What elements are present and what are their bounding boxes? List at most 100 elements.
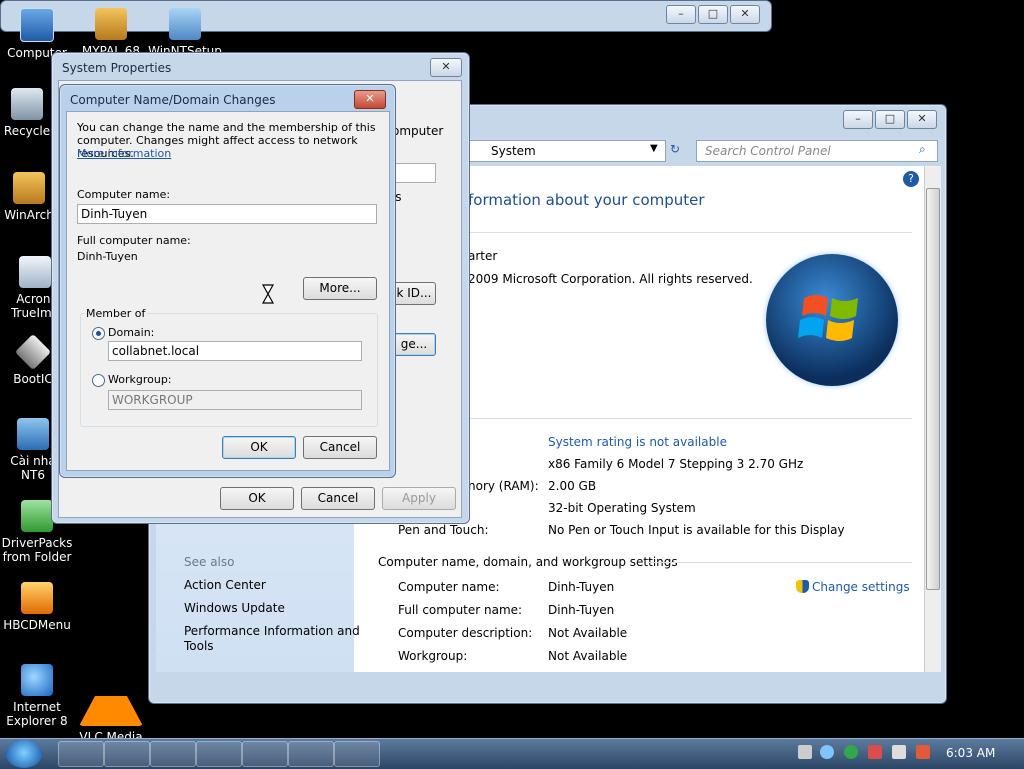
- tool-icon: [14, 333, 52, 371]
- divider: [648, 562, 912, 563]
- workgroup-label: Workgroup:: [108, 373, 172, 386]
- desktop-icon-winntsetup[interactable]: WinNTSetup: [148, 8, 222, 58]
- taskbar-app-button[interactable]: [334, 741, 380, 767]
- change-settings-link[interactable]: Change settings: [812, 580, 910, 594]
- change-button[interactable]: ge...: [392, 333, 436, 356]
- windows-edition: arter: [468, 249, 498, 263]
- copyright-text: 2009 Microsoft Corporation. All rights r…: [468, 272, 753, 286]
- window-title: Computer Name/Domain Changes: [70, 93, 276, 107]
- computer-icon: [20, 8, 54, 42]
- shield-icon: [796, 580, 809, 593]
- refresh-icon[interactable]: ↻: [670, 142, 680, 156]
- play-icon[interactable]: [844, 745, 858, 759]
- workgroup-radio[interactable]: [92, 374, 105, 387]
- close-button[interactable]: ✕: [907, 110, 937, 129]
- computer-name-value: Dinh-Tuyen: [548, 580, 615, 594]
- security-icon[interactable]: [868, 745, 882, 759]
- memory-value: 2.00 GB: [548, 479, 597, 493]
- help-icon[interactable]: ?: [903, 171, 919, 187]
- windows-update-link[interactable]: Windows Update: [184, 601, 285, 615]
- acronis-icon: [19, 256, 51, 288]
- more-button[interactable]: More...: [303, 277, 377, 300]
- taskbar-app-button[interactable]: [288, 741, 334, 767]
- computer-description-label: Computer description:: [398, 626, 533, 640]
- maximize-button[interactable]: □: [698, 5, 728, 24]
- windows-logo: [766, 254, 898, 386]
- full-computer-name-label: Full computer name:: [398, 603, 523, 617]
- internet-explorer-icon: [21, 664, 53, 696]
- taskbar-app-button[interactable]: [242, 741, 288, 767]
- clock[interactable]: 6:03 AM: [946, 746, 995, 760]
- display-icon[interactable]: [892, 745, 906, 759]
- recycle-bin-icon: [11, 88, 43, 120]
- workgroup-input[interactable]: WORKGROUP: [108, 390, 362, 410]
- action-center-link[interactable]: Action Center: [184, 578, 266, 592]
- desktop-icon-internet-explorer[interactable]: Internet Explorer 8: [0, 664, 74, 728]
- network-icon[interactable]: [820, 745, 834, 759]
- close-button[interactable]: ✕: [730, 5, 760, 24]
- installer-icon: [17, 418, 49, 450]
- taskbar-app-button[interactable]: [196, 741, 242, 767]
- search-icon[interactable]: ⌕: [919, 142, 926, 157]
- vlc-icon: [79, 664, 143, 726]
- memory-label: nory (RAM):: [468, 479, 539, 493]
- maximize-button[interactable]: □: [875, 110, 905, 129]
- computer-name-input[interactable]: Dinh-Tuyen: [77, 204, 377, 224]
- cancel-button[interactable]: Cancel: [301, 487, 375, 510]
- tools-icon: [21, 582, 53, 614]
- section-title: Computer name, domain, and workgroup set…: [378, 555, 678, 569]
- close-button[interactable]: ✕: [354, 90, 386, 109]
- taskbar-internet-explorer-button[interactable]: [104, 741, 150, 767]
- apply-button[interactable]: Apply: [382, 487, 456, 510]
- network-id-button[interactable]: k ID...: [392, 282, 436, 305]
- search-input[interactable]: Search Control Panel: [696, 140, 938, 162]
- performance-information-link[interactable]: Performance Information and Tools: [184, 624, 360, 654]
- divider: [468, 418, 912, 419]
- minimize-button[interactable]: –: [666, 5, 696, 24]
- setup-icon: [169, 8, 201, 40]
- processor-value: x86 Family 6 Model 7 Stepping 3 2.70 GHz: [548, 457, 804, 471]
- full-computer-name-label: Full computer name:: [77, 234, 191, 247]
- windows-flag-icon: [798, 295, 858, 341]
- address-bar[interactable]: System: [468, 140, 666, 162]
- window-title: System Properties: [62, 61, 172, 75]
- full-computer-name-value: Dinh-Tuyen: [548, 603, 615, 617]
- archive-icon: [13, 172, 45, 204]
- tray-icon[interactable]: [798, 745, 812, 759]
- behind-text: omputer: [392, 124, 444, 138]
- start-button[interactable]: [6, 740, 42, 768]
- pen-touch-value: No Pen or Touch Input is available for t…: [548, 523, 845, 537]
- close-button[interactable]: ✕: [430, 58, 462, 77]
- taskbar-explorer-button[interactable]: [58, 741, 104, 767]
- more-information-link[interactable]: More information: [77, 147, 171, 160]
- domain-input[interactable]: collabnet.local: [108, 341, 362, 361]
- see-also-heading: See also: [184, 555, 235, 569]
- member-of-label: Member of: [84, 307, 148, 320]
- full-computer-name-value: Dinh-Tuyen: [77, 250, 138, 263]
- ok-button[interactable]: OK: [222, 436, 296, 459]
- behind-description-field[interactable]: [392, 163, 436, 183]
- computer-name-label: Computer name:: [398, 580, 500, 594]
- workgroup-label: Workgroup:: [398, 649, 468, 663]
- taskbar-app-button[interactable]: [150, 741, 196, 767]
- desktop-icon-mypal[interactable]: MYPAL 68: [74, 8, 148, 58]
- volume-icon[interactable]: [916, 745, 930, 759]
- desktop-icon-hbcdmenu[interactable]: HBCDMenu: [0, 582, 74, 632]
- ok-button[interactable]: OK: [220, 487, 294, 510]
- domain-radio[interactable]: [92, 327, 105, 340]
- pen-touch-label: Pen and Touch:: [398, 523, 489, 537]
- minimize-button[interactable]: –: [843, 110, 873, 129]
- computer-name-label: Computer name:: [77, 188, 171, 201]
- address-dropdown-icon[interactable]: ▼: [650, 143, 658, 154]
- package-icon: [95, 8, 127, 40]
- computer-description-value: Not Available: [548, 626, 628, 640]
- divider: [468, 232, 912, 233]
- system-type-value: 32-bit Operating System: [548, 501, 696, 515]
- system-rating-link[interactable]: System rating is not available: [548, 435, 727, 449]
- scrollbar-thumb[interactable]: [926, 188, 940, 590]
- domain-label: Domain:: [108, 326, 155, 339]
- driver-icon: [21, 500, 53, 532]
- hourglass-icon: [262, 284, 274, 304]
- cancel-button[interactable]: Cancel: [303, 436, 377, 459]
- workgroup-value: Not Available: [548, 649, 628, 663]
